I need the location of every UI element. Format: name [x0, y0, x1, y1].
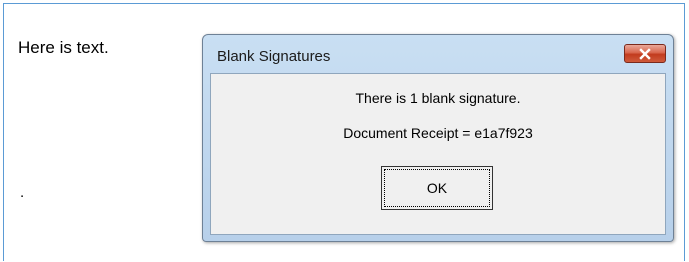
document-text: Here is text. [18, 38, 109, 57]
page: Here is text. . Blank Signatures There i… [0, 0, 689, 262]
ok-button[interactable]: OK [381, 166, 493, 210]
dialog-body: There is 1 blank signature. Document Rec… [210, 73, 666, 235]
blank-signatures-dialog: Blank Signatures There is 1 blank signat… [202, 34, 674, 242]
dialog-title: Blank Signatures [217, 48, 331, 65]
document-period: . [20, 184, 25, 201]
ok-button-label: OK [384, 169, 490, 207]
close-button[interactable] [624, 44, 666, 63]
dialog-titlebar[interactable]: Blank Signatures [203, 35, 673, 73]
blank-signature-message: There is 1 blank signature. [355, 90, 521, 106]
document-receipt-message: Document Receipt = e1a7f923 [343, 125, 533, 141]
close-icon [639, 47, 651, 60]
